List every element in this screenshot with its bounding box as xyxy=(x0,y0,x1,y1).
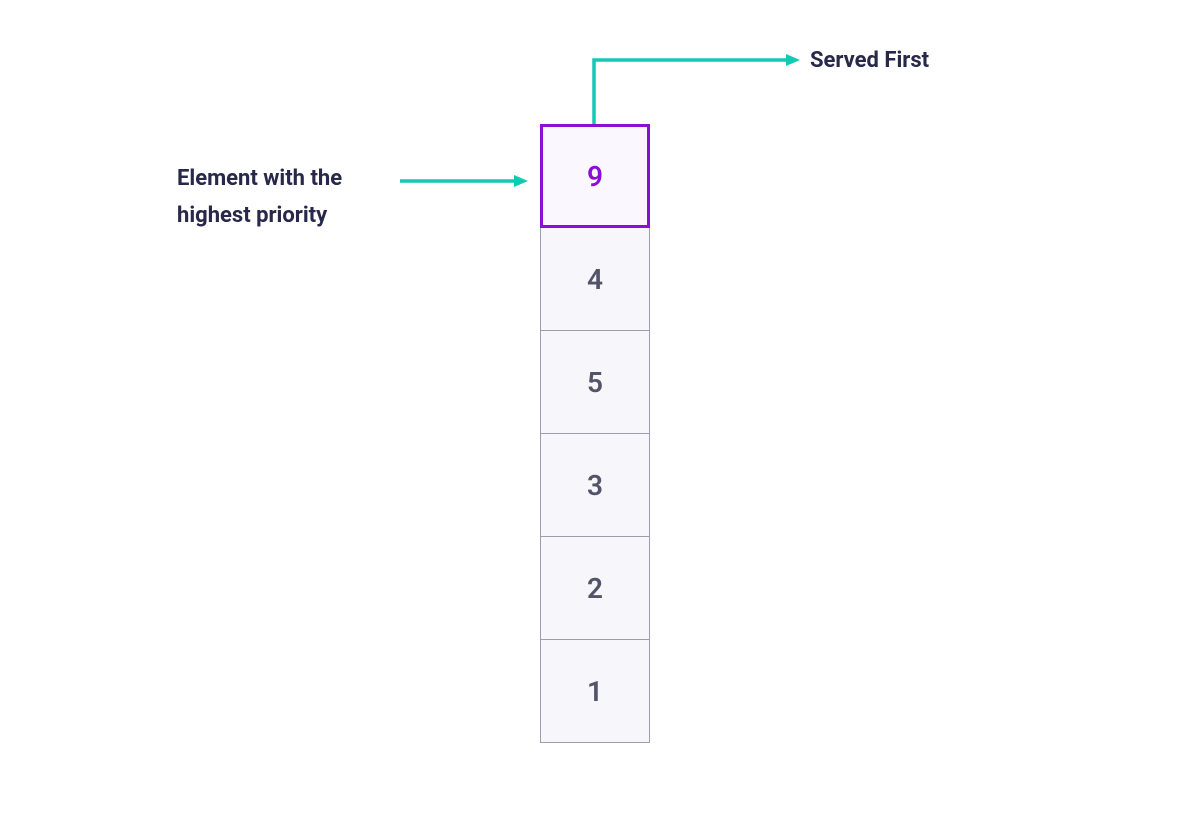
label-left-line2: highest priority xyxy=(177,203,327,228)
priority-queue: 9 4 5 3 2 1 xyxy=(540,124,650,743)
queue-cell: 5 xyxy=(540,330,650,434)
queue-cell: 3 xyxy=(540,433,650,537)
queue-cell: 4 xyxy=(540,227,650,331)
label-served-first: Served First xyxy=(810,48,929,73)
queue-cell: 1 xyxy=(540,639,650,743)
diagram-canvas: Element with the highest priority Served… xyxy=(0,0,1200,815)
arrow-served-first-icon xyxy=(590,52,800,127)
queue-top-cell: 9 xyxy=(540,124,650,228)
arrow-to-top-element-icon xyxy=(400,173,528,189)
label-left-line1: Element with the xyxy=(177,166,342,191)
label-highest-priority: Element with the highest priority xyxy=(177,160,342,235)
queue-cell: 2 xyxy=(540,536,650,640)
